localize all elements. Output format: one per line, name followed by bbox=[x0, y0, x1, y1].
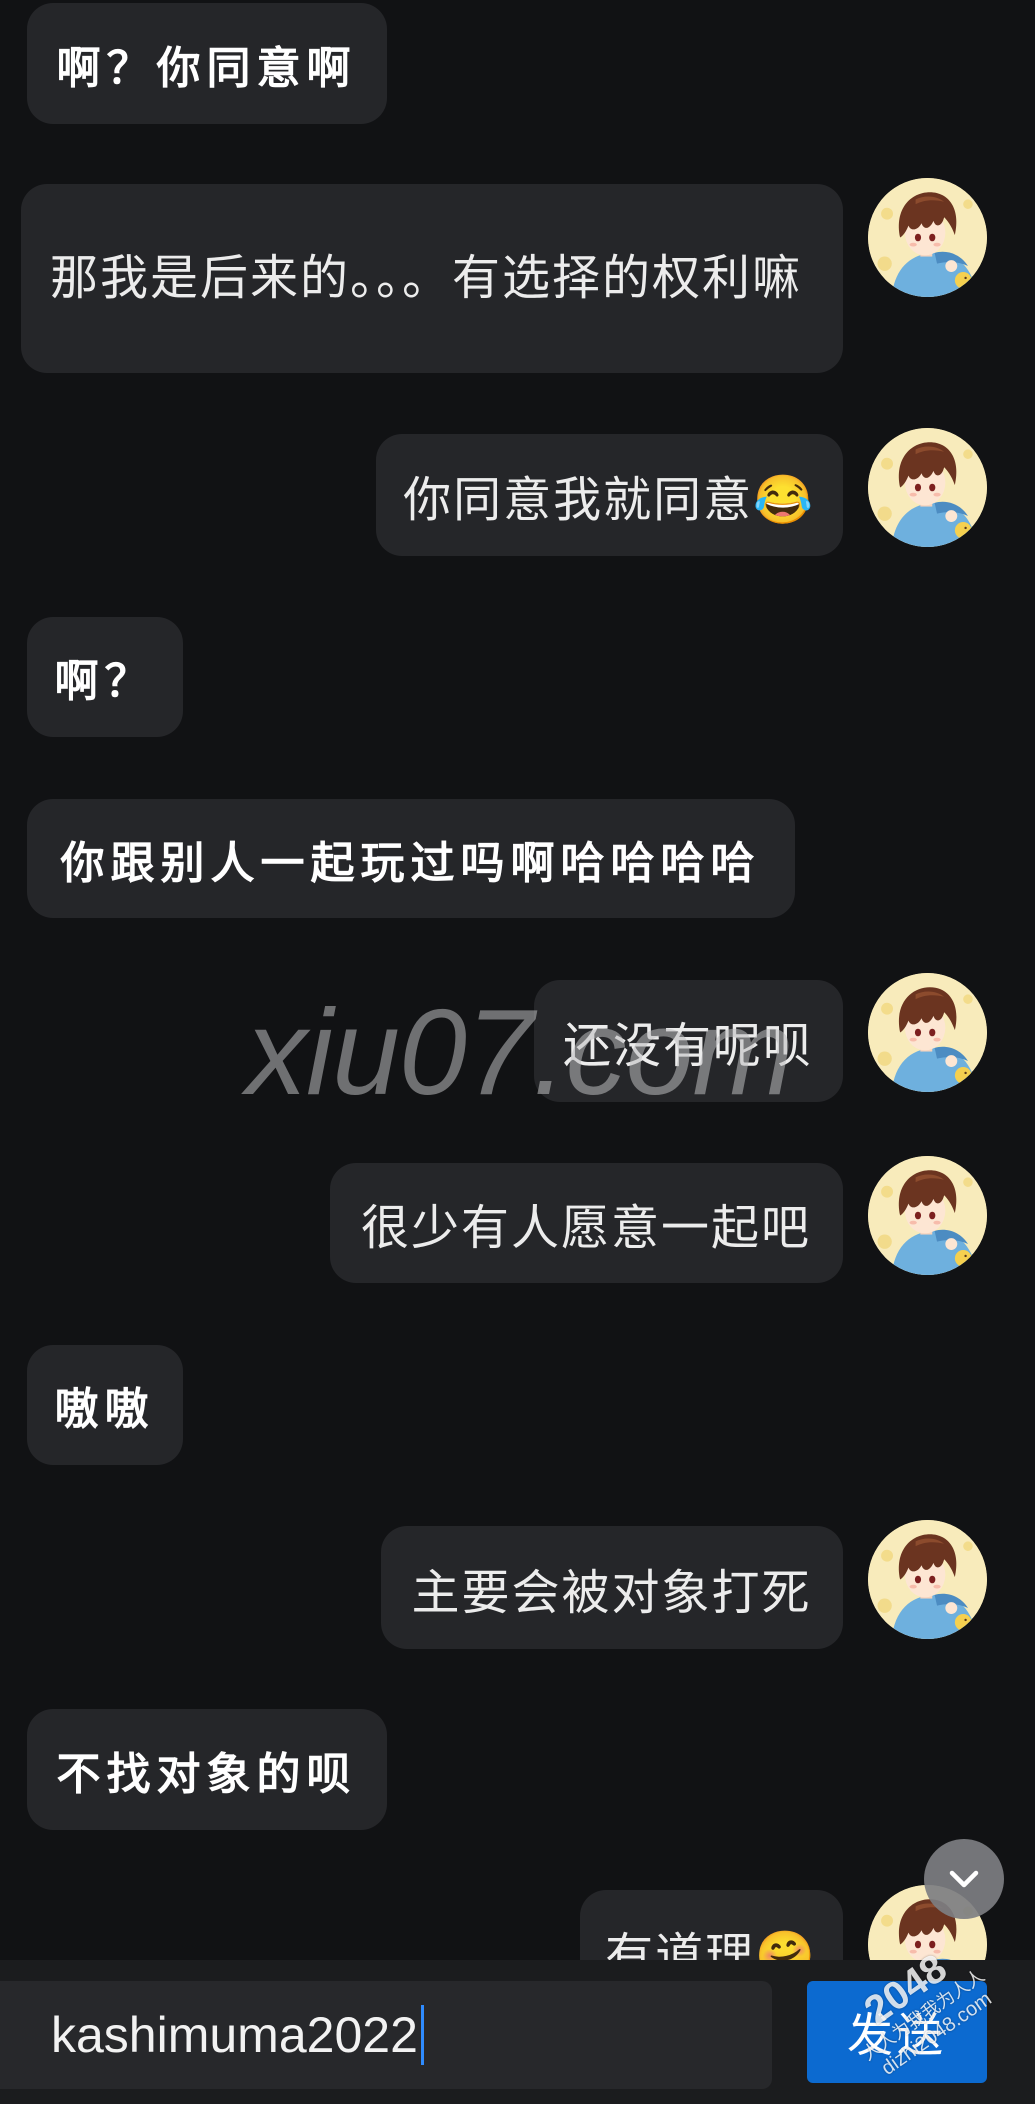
cartoon-boy-avatar-icon bbox=[868, 428, 987, 547]
message-text: 你跟别人一起玩过吗啊哈哈哈哈 bbox=[60, 837, 761, 889]
message-bubble[interactable]: 有道理🤗 bbox=[580, 1890, 843, 1960]
user-avatar[interactable] bbox=[868, 1156, 987, 1275]
message-bubble[interactable]: 不找对象的呗 bbox=[27, 1709, 387, 1830]
message-row-outgoing: 有道理🤗 bbox=[0, 1885, 1035, 1960]
message-row-incoming: 嗷嗷 bbox=[0, 1345, 1035, 1465]
message-row-incoming: 你跟别人一起玩过吗啊哈哈哈哈 bbox=[0, 799, 1035, 918]
message-text: 还没有呢呗 bbox=[563, 1020, 814, 1073]
cartoon-boy-avatar-icon bbox=[868, 1156, 987, 1275]
message-bubble[interactable]: 主要会被对象打死 bbox=[381, 1526, 843, 1649]
message-bubble[interactable]: 啊？你同意啊 bbox=[27, 3, 387, 124]
message-row-incoming: 啊？你同意啊 bbox=[0, 3, 1035, 124]
message-text: 有道理🤗 bbox=[605, 1930, 817, 1960]
message-bubble[interactable]: 啊？ bbox=[27, 617, 183, 737]
message-row-outgoing: 很少有人愿意一起吧 bbox=[0, 1156, 1035, 1283]
message-bubble[interactable]: 嗷嗷 bbox=[27, 1345, 183, 1465]
user-avatar[interactable] bbox=[868, 973, 987, 1092]
message-text: 嗷嗷 bbox=[54, 1384, 155, 1435]
text-cursor bbox=[420, 2005, 424, 2065]
message-row-incoming: 啊？ bbox=[0, 617, 1035, 737]
message-bubble[interactable]: 很少有人愿意一起吧 bbox=[330, 1163, 843, 1283]
user-avatar[interactable] bbox=[868, 428, 987, 547]
message-composer: kashimuma2022 发送 bbox=[0, 1960, 1035, 2104]
user-avatar[interactable] bbox=[868, 1520, 987, 1639]
message-list[interactable]: 啊？你同意啊 那我是后来的。。。有选择的权利嘛 你同意我就同意😂 啊？ 你跟别人… bbox=[0, 0, 1035, 1960]
message-text: 啊？你同意啊 bbox=[56, 42, 357, 94]
message-text: 你同意我就同意😂 bbox=[403, 474, 815, 527]
message-row-outgoing: 那我是后来的。。。有选择的权利嘛 bbox=[0, 178, 1035, 373]
message-text: 啊？ bbox=[54, 656, 155, 707]
message-text: 那我是后来的。。。有选择的权利嘛 bbox=[50, 251, 803, 305]
message-bubble[interactable]: 你跟别人一起玩过吗啊哈哈哈哈 bbox=[27, 799, 795, 918]
chevron-down-icon bbox=[949, 1870, 979, 1888]
chat-screen: 啊？你同意啊 那我是后来的。。。有选择的权利嘛 你同意我就同意😂 啊？ 你跟别人… bbox=[0, 0, 1035, 2104]
message-text: 很少有人愿意一起吧 bbox=[360, 1202, 811, 1255]
cartoon-boy-avatar-icon bbox=[868, 973, 987, 1092]
message-row-outgoing: 还没有呢呗 bbox=[0, 973, 1035, 1102]
message-row-outgoing: 你同意我就同意😂 bbox=[0, 428, 1035, 556]
message-bubble[interactable]: 还没有呢呗 bbox=[534, 980, 843, 1102]
message-input[interactable]: kashimuma2022 bbox=[0, 1981, 772, 2089]
message-row-incoming: 不找对象的呗 bbox=[0, 1709, 1035, 1830]
message-row-outgoing: 主要会被对象打死 bbox=[0, 1520, 1035, 1649]
user-avatar[interactable] bbox=[868, 178, 987, 297]
message-text: 主要会被对象打死 bbox=[411, 1566, 812, 1620]
message-input-value: kashimuma2022 bbox=[51, 2007, 418, 2063]
message-bubble[interactable]: 那我是后来的。。。有选择的权利嘛 bbox=[21, 184, 843, 373]
message-text: 不找对象的呗 bbox=[56, 1748, 357, 1800]
send-button[interactable]: 发送 bbox=[807, 1981, 987, 2083]
cartoon-boy-avatar-icon bbox=[868, 1520, 987, 1639]
scroll-to-bottom-button[interactable] bbox=[924, 1839, 1004, 1919]
message-bubble[interactable]: 你同意我就同意😂 bbox=[376, 434, 843, 556]
cartoon-boy-avatar-icon bbox=[868, 178, 987, 297]
